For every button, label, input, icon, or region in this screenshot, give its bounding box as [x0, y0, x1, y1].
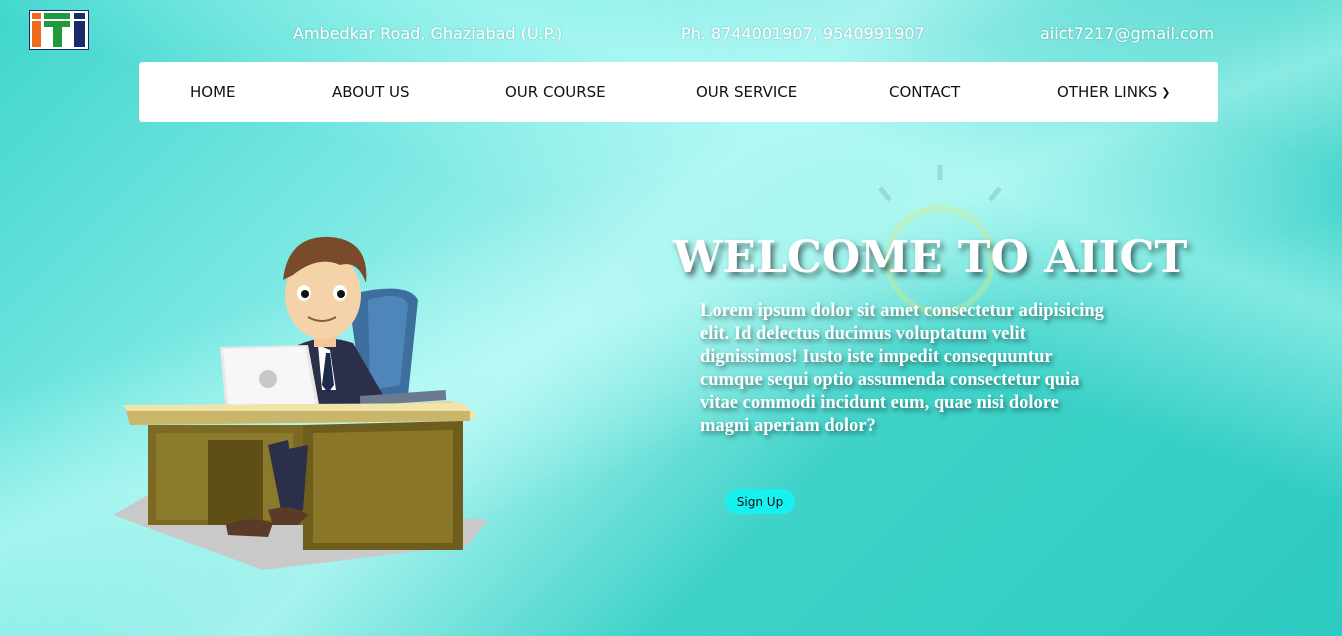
signup-button[interactable]: Sign Up	[725, 489, 795, 514]
chevron-down-icon: ❯	[1161, 86, 1171, 99]
hero-title: WELCOME TO AIICT	[673, 232, 1188, 283]
header-phone: Ph. 8744001907, 9540991907	[681, 24, 925, 43]
nav-item-home[interactable]: HOME	[190, 83, 236, 101]
site-logo[interactable]	[29, 10, 89, 50]
header-email[interactable]: aiict7217@gmail.com	[1040, 24, 1214, 43]
nav-item-our-course[interactable]: OUR COURSE	[505, 83, 606, 101]
nav-item-our-service[interactable]: OUR SERVICE	[696, 83, 797, 101]
nav-item-about-us[interactable]: ABOUT US	[332, 83, 410, 101]
header-address: Ambedkar Road, Ghaziabad (U.P.)	[293, 24, 563, 43]
nav-item-other-links-label: OTHER LINKS	[1057, 83, 1158, 101]
nav-item-other-links[interactable]: OTHER LINKS ❯	[1057, 83, 1171, 101]
hero-description: Lorem ipsum dolor sit amet consectetur a…	[700, 301, 1104, 436]
office-worker-illustration	[113, 236, 488, 570]
nav-item-contact[interactable]: CONTACT	[889, 83, 960, 101]
main-navigation: HOME ABOUT US OUR COURSE OUR SERVICE CON…	[139, 62, 1218, 122]
